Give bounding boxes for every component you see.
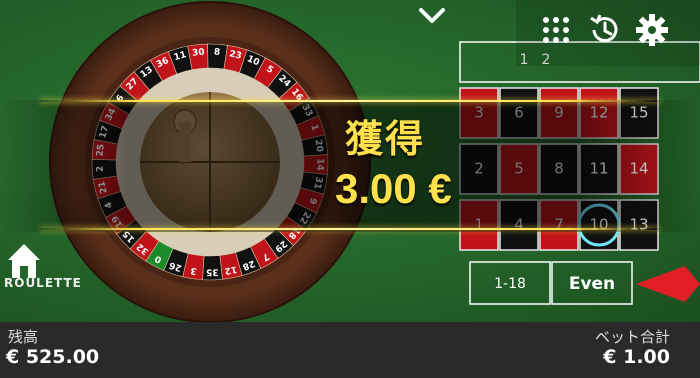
outside-bet-label: 1-18 (494, 276, 526, 292)
total-bet-label: ベット合計 (594, 328, 670, 346)
chip-grid-icon[interactable] (538, 12, 574, 48)
win-label: 獲得 (345, 117, 426, 161)
banner-bottom-line (40, 228, 660, 230)
red-bet-diamond[interactable] (636, 266, 700, 302)
wheel-number: 35 (206, 266, 219, 276)
chevron-down-icon[interactable] (415, 2, 449, 28)
roulette-nav-label[interactable]: ROULETTE (4, 276, 82, 290)
gear-icon[interactable] (634, 12, 670, 48)
wheel-number: 8 (214, 48, 221, 58)
history-icon[interactable] (586, 12, 622, 48)
win-amount: 3.00 € (335, 165, 452, 212)
wheel-number: 30 (192, 47, 206, 58)
top-right-controls (516, 0, 700, 66)
balance-label: 残高 (8, 328, 39, 346)
total-bet-value: € 1.00 (603, 346, 670, 368)
balance-value: € 525.00 (6, 346, 100, 368)
banner-top-line (40, 100, 660, 102)
outside-bet-label: Even (569, 274, 615, 294)
